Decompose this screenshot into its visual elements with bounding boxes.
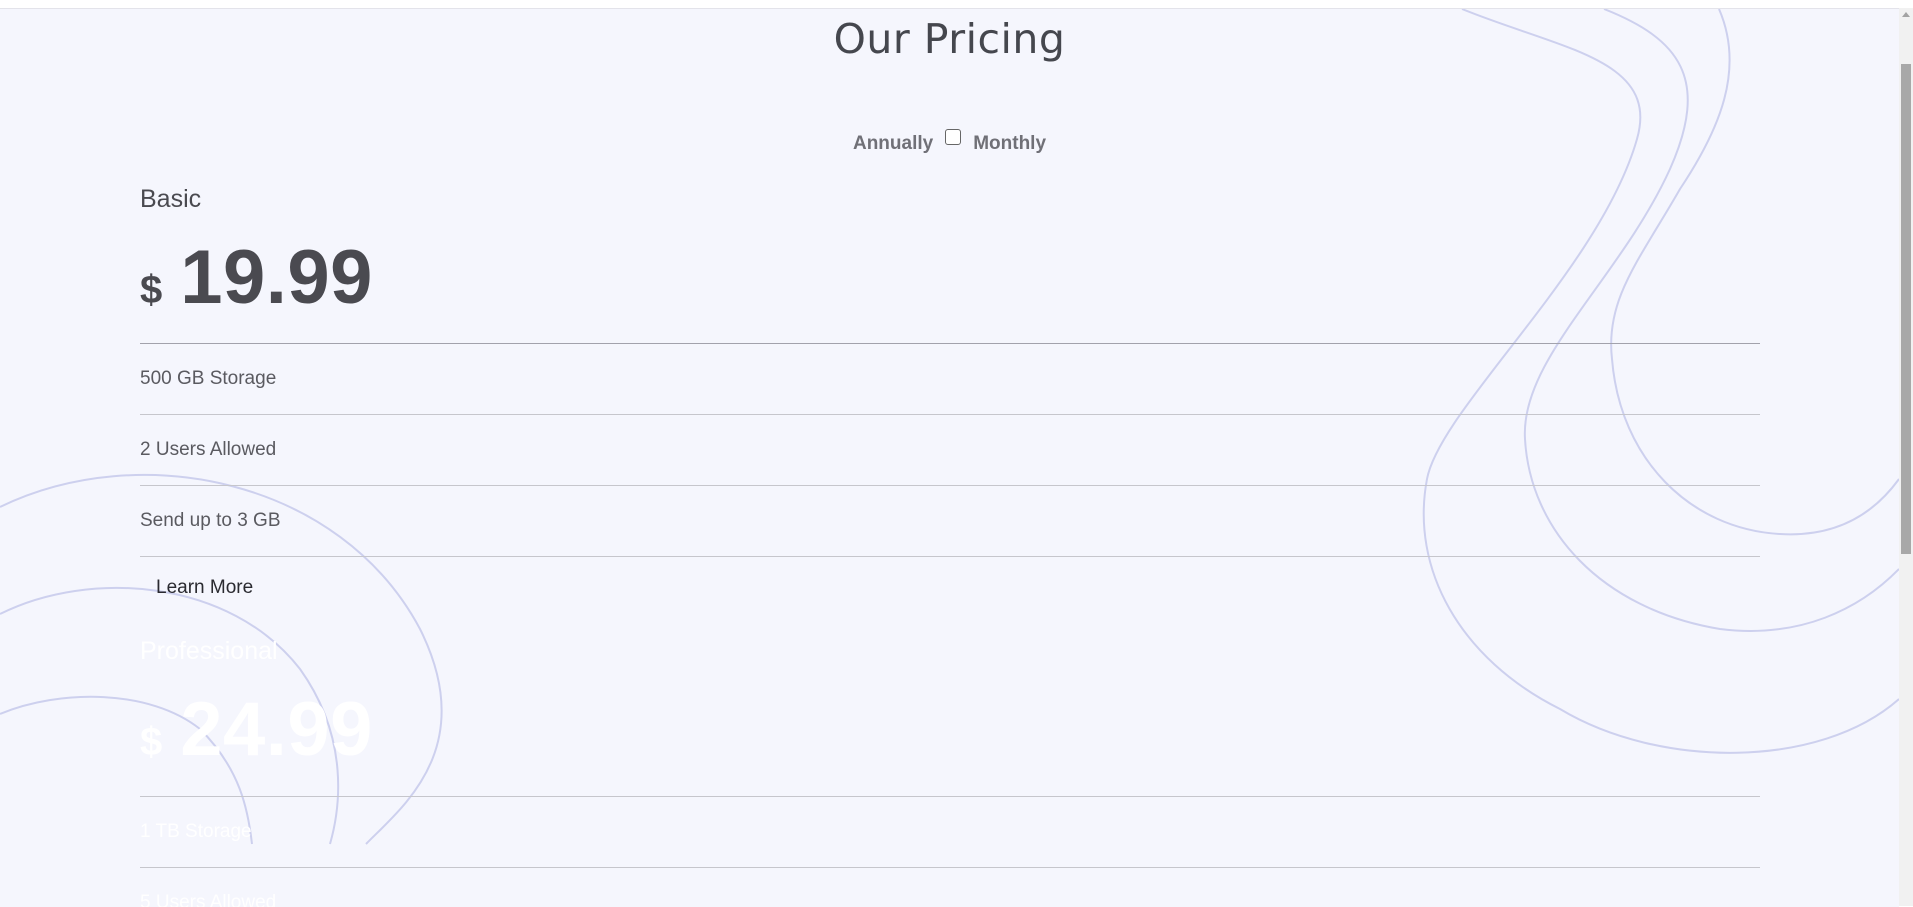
page-viewport: Our Pricing Annually Monthly Basic $ 19.…	[0, 8, 1899, 907]
price-amount: 24.99	[180, 687, 373, 772]
plan-name: Basic	[140, 185, 202, 213]
currency-symbol: $	[140, 268, 163, 312]
feature-list: 1 TB Storage 5 Users Allowed	[140, 796, 1760, 907]
plan-name: Professional	[140, 637, 278, 665]
plan-price: $ 19.99	[140, 234, 1760, 336]
plan-price: $ 24.99	[140, 686, 1760, 796]
learn-more-button[interactable]: Learn More	[156, 577, 253, 599]
currency-symbol: $	[140, 720, 163, 764]
vertical-scrollbar[interactable]	[1899, 8, 1913, 906]
feature-item: Send up to 3 GB	[140, 486, 1760, 557]
feature-item: 5 Users Allowed	[140, 868, 1760, 907]
feature-item: 500 GB Storage	[140, 344, 1760, 415]
price-amount: 19.99	[180, 235, 373, 320]
monthly-label: Monthly	[973, 133, 1047, 154]
feature-list: 500 GB Storage 2 Users Allowed Send up t…	[140, 343, 1760, 557]
billing-toggle: Annually Monthly	[0, 129, 1899, 155]
billing-period-checkbox[interactable]	[945, 129, 962, 145]
scrollbar-thumb[interactable]	[1901, 64, 1911, 554]
page-title: Our Pricing	[833, 15, 1066, 63]
annually-label: Annually	[852, 133, 934, 154]
feature-item: 1 TB Storage	[140, 797, 1760, 868]
feature-item: 2 Users Allowed	[140, 415, 1760, 486]
plan-card-basic: Basic $ 19.99 500 GB Storage 2 Users All…	[140, 185, 1760, 599]
plan-card-professional: Professional $ 24.99 1 TB Storage 5 User…	[140, 637, 1760, 907]
scroll-up-arrow-icon[interactable]	[1902, 12, 1910, 17]
